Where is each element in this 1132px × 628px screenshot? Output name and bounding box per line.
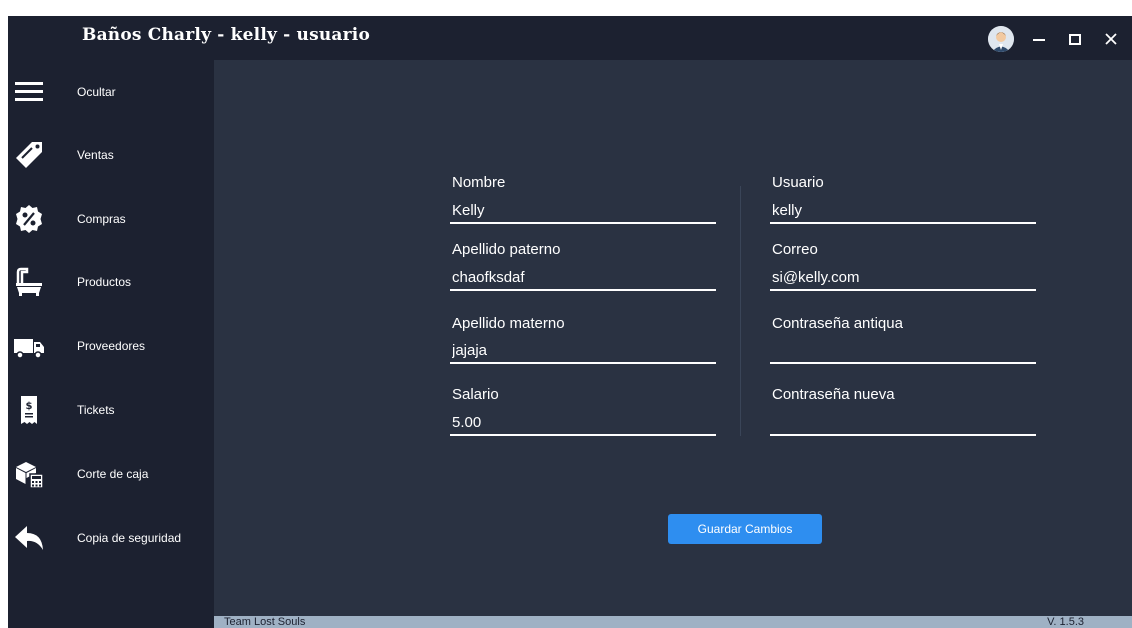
sidebar-item-corte-de-caja[interactable]: Corte de caja	[8, 444, 214, 504]
minimize-button[interactable]	[1026, 26, 1052, 52]
contrasena-nueva-label: Contraseña nueva	[772, 386, 895, 403]
sidebar-item-ventas[interactable]: Ventas	[8, 125, 214, 185]
window-title: Baños Charly - kelly - usuario	[82, 25, 371, 45]
status-bar: Team Lost Souls V. 1.5.3	[214, 616, 1132, 628]
app-window: Baños Charly - kelly - usuario Ocultar V…	[8, 16, 1132, 628]
column-divider	[740, 186, 741, 436]
sidebar-item-tickets[interactable]: $ Tickets	[8, 380, 214, 440]
correo-label: Correo	[772, 241, 818, 258]
sidebar-item-label: Proveedores	[77, 339, 146, 353]
svg-text:$: $	[26, 401, 33, 412]
contrasena-antigua-field[interactable]	[770, 340, 1036, 364]
sidebar-item-label: Productos	[77, 275, 132, 289]
apellido-materno-label: Apellido materno	[452, 315, 565, 332]
back-arrow-icon	[12, 521, 46, 555]
save-changes-button[interactable]: Guardar Cambios	[668, 514, 822, 544]
team-name: Team Lost Souls	[224, 616, 306, 628]
sidebar-item-label: Ventas	[77, 148, 114, 162]
correo-field[interactable]	[770, 267, 1036, 291]
sidebar-item-label: Compras	[77, 212, 126, 226]
cash-boxes-icon	[12, 457, 46, 491]
sidebar-item-label: Ocultar	[77, 85, 116, 99]
sidebar-item-proveedores[interactable]: Proveedores	[8, 316, 214, 376]
sidebar-item-copia-de-seguridad[interactable]: Copia de seguridad	[8, 508, 214, 568]
discount-badge-icon	[12, 202, 46, 236]
user-profile-form: Nombre Apellido paterno Apellido materno…	[214, 60, 1132, 572]
sale-tag-icon	[12, 138, 46, 172]
sidebar-item-label: Corte de caja	[77, 467, 149, 481]
nombre-field[interactable]	[450, 200, 716, 224]
version-label: V. 1.5.3	[1047, 616, 1084, 628]
title-bar[interactable]: Baños Charly - kelly - usuario	[8, 16, 1132, 60]
contrasena-antigua-label: Contraseña antiqua	[772, 315, 903, 332]
maximize-button[interactable]	[1062, 26, 1088, 52]
menu-icon	[12, 75, 46, 109]
usuario-field[interactable]	[770, 200, 1036, 224]
sidebar-item-ocultar[interactable]: Ocultar	[8, 62, 214, 122]
apellido-paterno-field[interactable]	[450, 267, 716, 291]
user-avatar-icon[interactable]	[988, 26, 1014, 52]
sidebar-item-label: Tickets	[77, 403, 115, 417]
sidebar-item-compras[interactable]: Compras	[8, 189, 214, 249]
nombre-label: Nombre	[452, 174, 506, 191]
apellido-materno-field[interactable]	[450, 340, 716, 364]
contrasena-nueva-field[interactable]	[770, 412, 1036, 436]
apellido-paterno-label: Apellido paterno	[452, 241, 561, 258]
bathtub-icon	[12, 265, 46, 299]
close-button[interactable]	[1098, 26, 1124, 52]
sidebar-item-productos[interactable]: Productos	[8, 252, 214, 312]
salario-label: Salario	[452, 386, 499, 403]
sidebar-item-label: Copia de seguridad	[77, 531, 182, 545]
salario-field[interactable]	[450, 412, 716, 436]
sidebar: Ocultar Ventas Compras Productos Proveed…	[8, 60, 214, 628]
usuario-label: Usuario	[772, 174, 824, 191]
delivery-truck-icon	[12, 329, 46, 363]
receipt-icon: $	[12, 393, 46, 427]
